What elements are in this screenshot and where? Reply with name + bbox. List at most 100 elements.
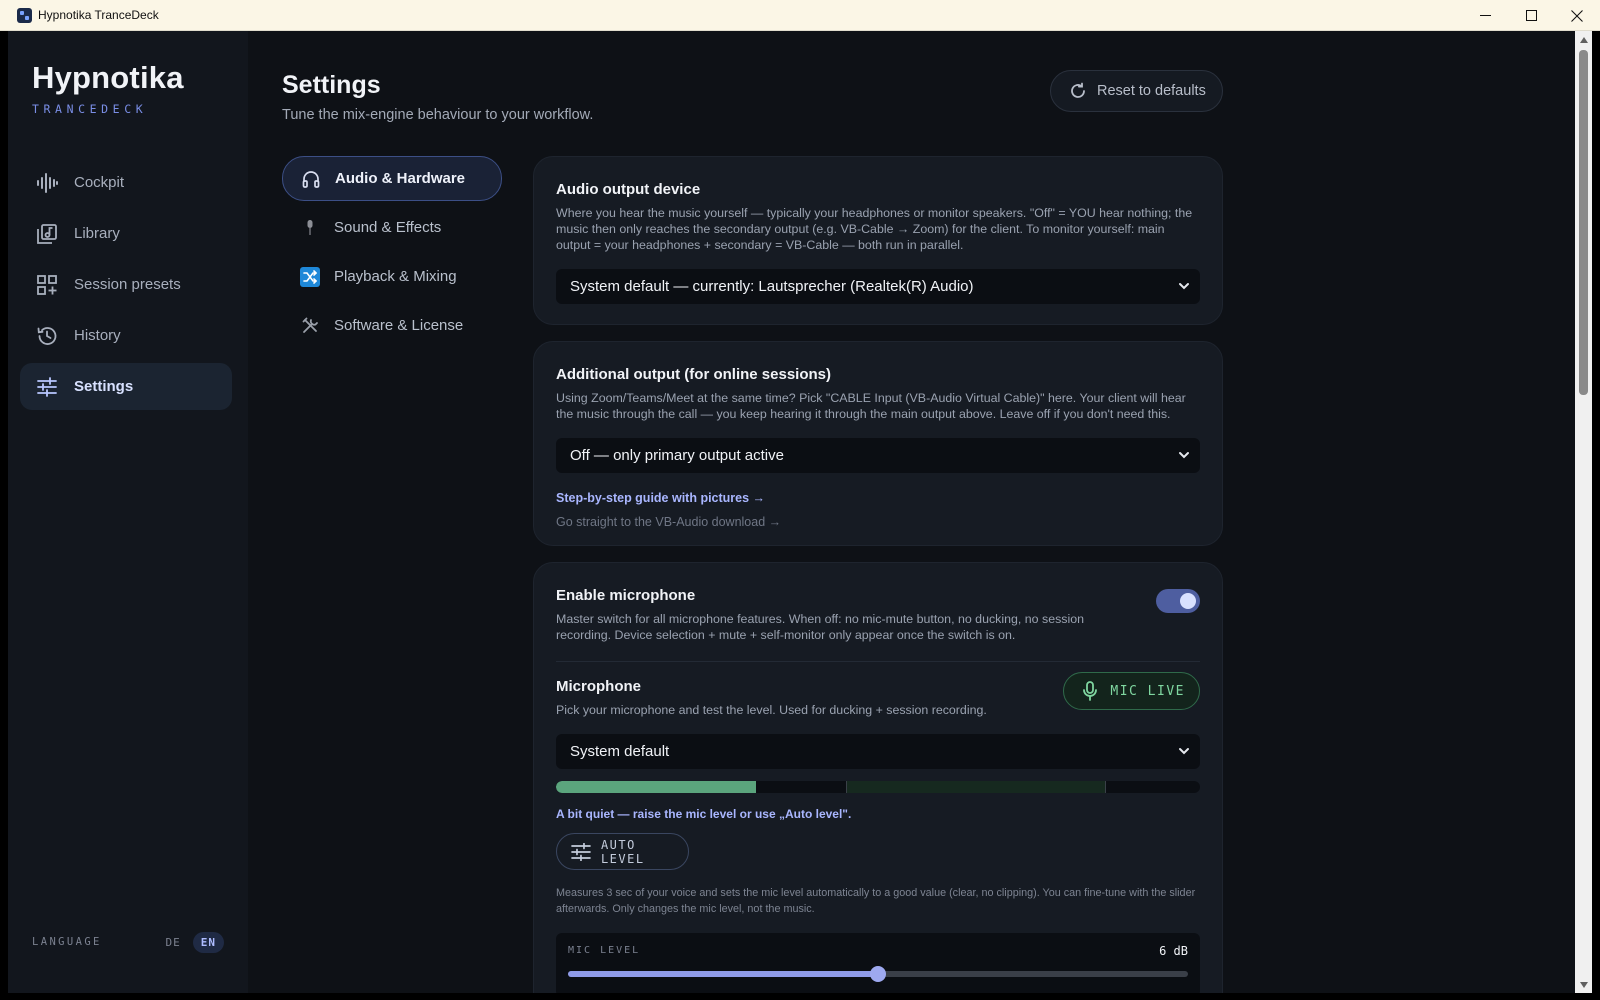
settings-content: Audio output device Where you hear the m…: [533, 156, 1223, 993]
mic-level-meter: [556, 781, 1200, 793]
headphones-icon: [301, 169, 321, 189]
sidebar-item-label: Session presets: [74, 276, 181, 293]
settings-subnav: Audio & Hardware Sound & Effects Playbac…: [282, 156, 502, 352]
scrollbar-thumb[interactable]: [1579, 50, 1588, 395]
app-logo-icon: [17, 7, 32, 23]
sidebar-item-session-presets[interactable]: Session presets: [20, 261, 232, 308]
reset-icon: [1071, 82, 1085, 98]
scroll-up-arrow-icon[interactable]: [1575, 31, 1592, 48]
meter-fill: [556, 781, 756, 793]
window-title: Hypnotika TranceDeck: [38, 8, 159, 22]
shuffle-icon: [300, 266, 320, 287]
tab-playback-mixing[interactable]: Playback & Mixing: [282, 254, 502, 299]
close-icon[interactable]: [1554, 0, 1600, 31]
sliders-icon: [571, 842, 591, 861]
waveform-icon: [36, 172, 58, 194]
sidebar-item-label: Library: [74, 225, 120, 242]
chevron-down-icon: [1179, 283, 1189, 290]
microphone-title: Microphone: [556, 678, 641, 695]
sidebar-item-label: Cockpit: [74, 174, 125, 191]
microphone-card: Enable microphone Master switch for all …: [533, 562, 1223, 993]
enable-microphone-toggle[interactable]: [1156, 589, 1200, 613]
microphone-icon: [1083, 681, 1098, 701]
sidebar-item-label: Settings: [74, 378, 134, 395]
language-label: LANGUAGE: [32, 936, 102, 948]
sliders-icon: [36, 376, 58, 398]
tab-sound-effects[interactable]: Sound & Effects: [282, 205, 502, 250]
guide-link[interactable]: Step-by-step guide with pictures →: [556, 491, 1200, 505]
microphone-emoji-icon: [300, 218, 320, 238]
reset-button-label: Reset to defaults: [1097, 83, 1206, 99]
music-library-icon: [36, 223, 58, 245]
grid-add-icon: [36, 274, 58, 296]
additional-output-selected: Off — only primary output active: [570, 447, 784, 464]
tab-label: Software & License: [334, 317, 464, 334]
sidebar-item-cockpit[interactable]: Cockpit: [20, 159, 232, 206]
mic-level-slider[interactable]: [568, 966, 1188, 982]
audio-output-title: Audio output device: [556, 181, 701, 198]
meter-zone-start-mark: [845, 781, 847, 793]
sidebar-item-library[interactable]: Library: [20, 210, 232, 257]
audio-output-description: Where you hear the music yourself — typi…: [556, 206, 1193, 252]
scroll-down-arrow-icon[interactable]: [1575, 976, 1592, 993]
tab-audio-hardware[interactable]: Audio & Hardware: [282, 156, 502, 201]
slider-handle[interactable]: [870, 966, 886, 982]
auto-level-description: Measures 3 sec of your voice and sets th…: [556, 887, 1196, 915]
enable-microphone-row: Enable microphone Master switch for all …: [556, 587, 1200, 643]
page-subtitle: Tune the mix-engine behaviour to your wo…: [282, 107, 594, 123]
reset-to-defaults-button[interactable]: Reset to defaults: [1050, 70, 1223, 112]
divider: [556, 661, 1200, 662]
sidebar-item-label: History: [74, 327, 121, 344]
tab-label: Playback & Mixing: [334, 268, 457, 285]
additional-output-title: Additional output (for online sessions): [556, 366, 831, 383]
window-titlebar: Hypnotika TranceDeck: [0, 0, 1600, 31]
window-bottom-edge: [0, 993, 1600, 1000]
sidebar-nav: Cockpit Library Session presets History …: [20, 159, 232, 414]
sidebar-item-settings[interactable]: Settings: [20, 363, 232, 410]
additional-output-select[interactable]: Off — only primary output active: [556, 438, 1200, 473]
mic-level-hint: A bit quiet — raise the mic level or use…: [556, 807, 852, 821]
mic-level-control: MIC LEVEL 6 dB: [556, 933, 1200, 993]
history-icon: [36, 325, 58, 347]
language-option-de[interactable]: DE: [158, 932, 189, 953]
sidebar-item-history[interactable]: History: [20, 312, 232, 359]
window-controls: [1462, 0, 1600, 31]
microphone-description: Pick your microphone and test the level.…: [556, 703, 987, 717]
maximize-icon[interactable]: [1508, 0, 1554, 31]
minimize-icon[interactable]: [1462, 0, 1508, 31]
slider-fill: [568, 971, 878, 977]
scrollbar[interactable]: [1575, 31, 1592, 993]
chevron-down-icon: [1179, 748, 1189, 755]
brand-subtitle: TRANCEDECK: [32, 102, 148, 116]
page-title: Settings: [282, 71, 381, 99]
tab-software-license[interactable]: Software & License: [282, 303, 502, 348]
mic-level-label: MIC LEVEL: [568, 945, 641, 956]
main-content: Settings Tune the mix-engine behaviour t…: [248, 31, 1575, 993]
audio-output-card: Audio output device Where you hear the m…: [533, 156, 1223, 325]
additional-output-description: Using Zoom/Teams/Meet at the same time? …: [556, 391, 1186, 421]
mic-live-button[interactable]: MIC LIVE: [1063, 672, 1200, 710]
meter-zone-end-mark: [1105, 781, 1107, 793]
sidebar: Hypnotika TRANCEDECK Cockpit Library Ses…: [8, 31, 248, 993]
microphone-device-selected: System default: [570, 743, 670, 760]
brand-title: Hypnotika: [32, 60, 184, 95]
language-switcher: LANGUAGE DE EN: [32, 929, 224, 955]
additional-output-card: Additional output (for online sessions) …: [533, 341, 1223, 546]
tools-icon: [300, 316, 320, 336]
microphone-row: Microphone Pick your microphone and test…: [556, 672, 1200, 718]
mic-level-value: 6 dB: [1159, 944, 1188, 958]
audio-output-selected: System default — currently: Lautsprecher…: [570, 278, 974, 295]
tab-label: Audio & Hardware: [335, 170, 466, 187]
app-window: Hypnotika TRANCEDECK Cockpit Library Ses…: [8, 31, 1575, 993]
tab-label: Sound & Effects: [334, 219, 442, 236]
audio-output-select[interactable]: System default — currently: Lautsprecher…: [556, 269, 1200, 304]
vb-audio-download-link[interactable]: Go straight to the VB-Audio download →: [556, 515, 1200, 529]
enable-microphone-description: Master switch for all microphone feature…: [556, 612, 1085, 642]
meter-target-zone: [845, 781, 1106, 793]
chevron-down-icon: [1179, 452, 1189, 459]
language-option-en[interactable]: EN: [192, 931, 224, 953]
auto-level-label: AUTO LEVEL: [600, 837, 645, 866]
enable-microphone-title: Enable microphone: [556, 587, 696, 604]
microphone-device-select[interactable]: System default: [556, 734, 1200, 769]
auto-level-button[interactable]: AUTO LEVEL: [556, 833, 689, 870]
